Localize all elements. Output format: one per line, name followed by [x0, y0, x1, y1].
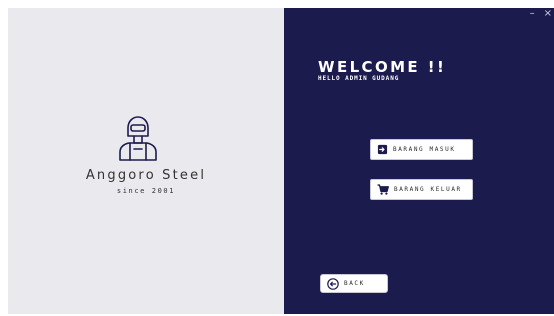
- welder-icon: [119, 116, 157, 161]
- menu-panel: – × WELCOME !! HELLO ADMIN GUDANG BARANG…: [284, 8, 554, 314]
- company-since: since 2001: [116, 187, 176, 195]
- app-window: Anggoro Steel since 2001 – × WELCOME !! …: [8, 8, 554, 314]
- close-icon[interactable]: ×: [544, 8, 552, 20]
- minimize-icon[interactable]: –: [530, 8, 535, 20]
- barang-keluar-button[interactable]: BARANG KELUAR: [370, 179, 473, 200]
- sign-in-icon: [377, 144, 388, 155]
- welcome-title: WELCOME !!: [318, 58, 447, 76]
- back-label: BACK: [344, 280, 365, 287]
- barang-keluar-label: BARANG KELUAR: [394, 186, 462, 193]
- welcome-subtitle: HELLO ADMIN GUDANG: [318, 75, 400, 82]
- window-controls: – ×: [530, 8, 552, 20]
- company-name: Anggoro Steel: [85, 168, 207, 183]
- barang-masuk-button[interactable]: BARANG MASUK: [370, 139, 473, 160]
- branding-panel: Anggoro Steel since 2001: [8, 8, 284, 314]
- cart-icon: [377, 184, 389, 195]
- barang-masuk-label: BARANG MASUK: [393, 146, 456, 153]
- back-button[interactable]: BACK: [320, 274, 388, 293]
- back-arrow-icon: [327, 277, 339, 290]
